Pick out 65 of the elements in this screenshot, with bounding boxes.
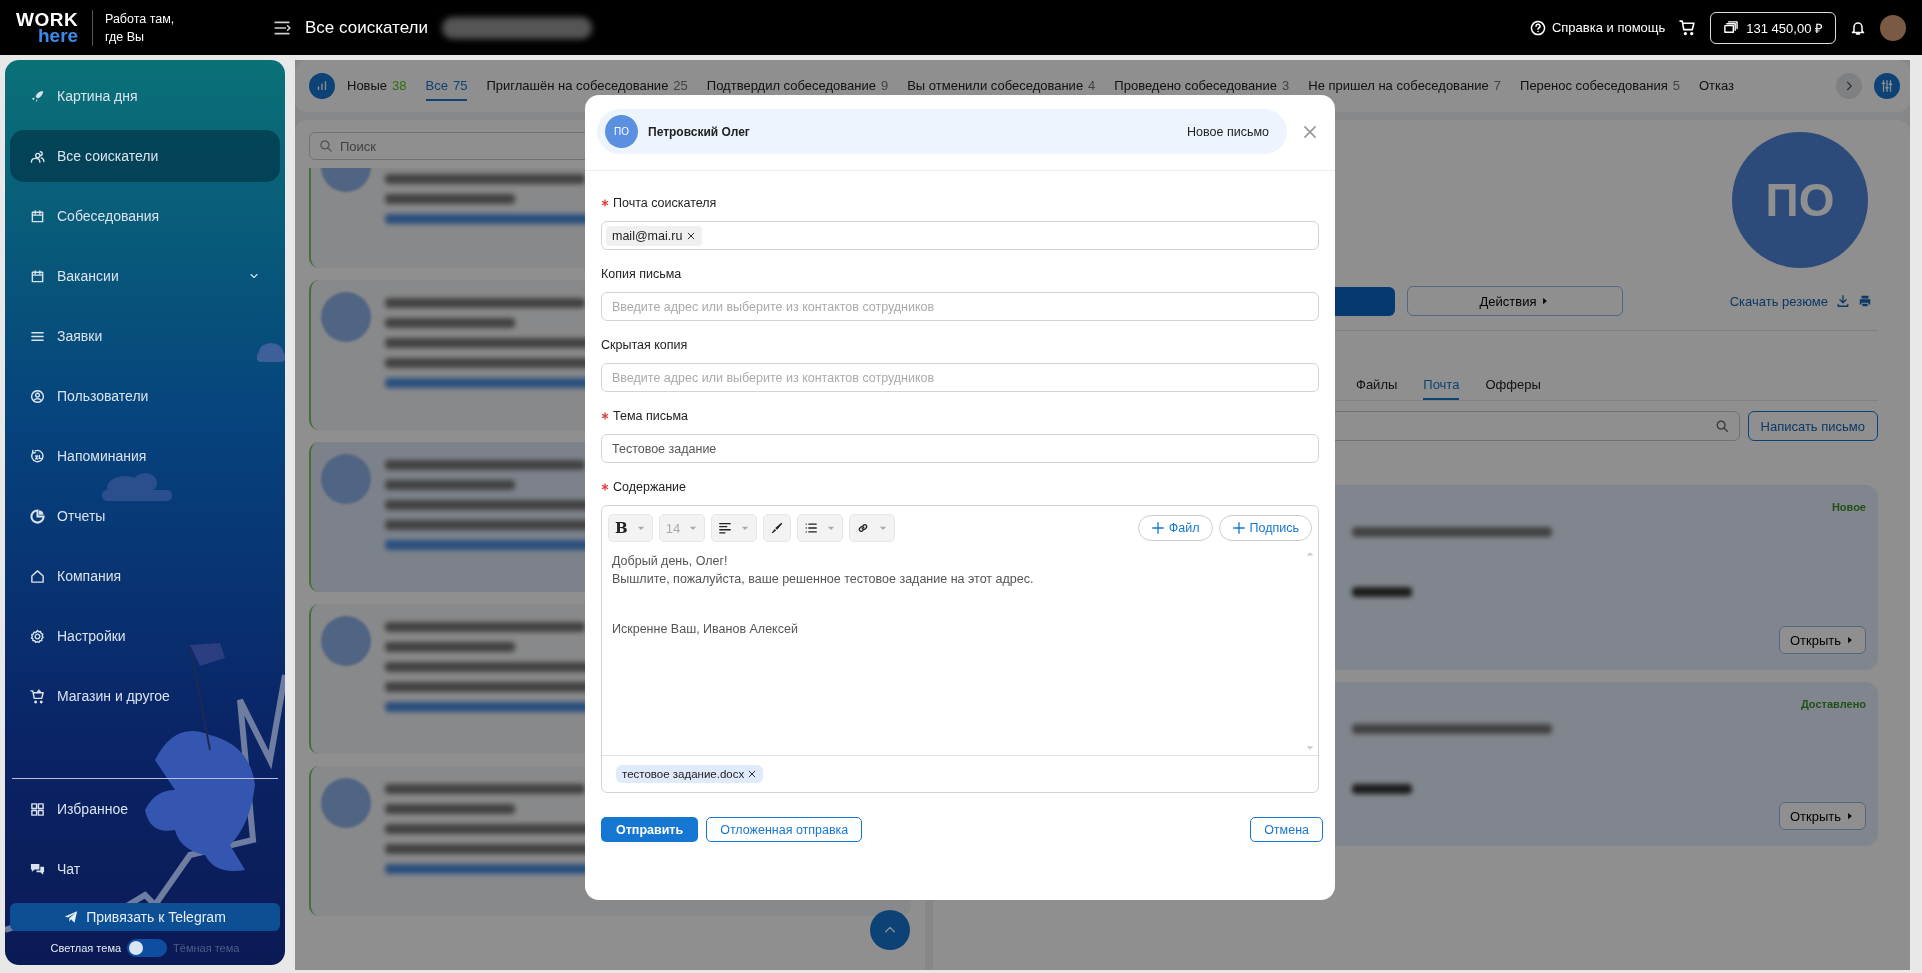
field-label: Скрытая копия [601,338,688,352]
field-label: Содержание [613,480,687,494]
field-label: Почта соискателя [613,196,717,210]
message-text: Добрый день, Олег! [612,553,729,570]
email-tag: mail@mai.ru [606,225,703,246]
input-field[interactable]: Введите адрес или выберите из контактов сотрудников [601,363,1319,392]
status-tab[interactable]: Проведено собеседование 3 [1114,71,1290,101]
message-text: Искренне Ваш, Иванов Алексей [612,621,799,638]
signature-button[interactable]: Подпись [1218,515,1312,541]
mail-status: Доставлено [1800,698,1866,710]
status-tab[interactable]: Вы отменили собеседование 4 [907,71,1096,101]
help-link[interactable]: Справка и помощь [1529,19,1666,36]
delayed-send-button[interactable]: Отложенная отправка [706,817,863,842]
download-link[interactable]: Скачать резюме [1729,293,1828,309]
input-field[interactable]: Тестовое задание [601,434,1319,463]
dialog-title: Новое письмо [1187,124,1269,139]
sidebar-item[interactable]: Избранное [10,783,280,835]
page-title: Все соискатели [305,17,428,38]
actions-button[interactable]: Действия [1407,286,1623,316]
sidebar-item[interactable]: Чат [10,843,280,895]
sidebar-item[interactable]: Магазин и другое [10,670,280,722]
send-button[interactable]: Отправить [601,817,699,842]
sidebar-item[interactable]: Настройки [10,610,280,662]
profile-tab[interactable]: Офферы [1485,373,1541,400]
sidebar-item[interactable]: Картина дня [10,70,280,122]
sidebar-item[interactable]: Собеседования [10,190,280,242]
write-letter-button[interactable]: Написать письмо [1747,411,1878,441]
mail-status: Новое [1831,501,1866,513]
status-tab[interactable]: Не пришел на собеседование 7 [1308,71,1502,101]
input-field[interactable]: mail@mai.ru [601,221,1319,250]
attach-file-button[interactable]: Файл [1137,515,1213,541]
recipient-name: Петровский Олег [648,124,751,139]
candidate-avatar: ПО [1732,132,1868,268]
status-tab[interactable]: Подтвердил собеседование 9 [706,71,889,101]
field-label: Тема письма [613,409,688,423]
tagline: где Вы [105,28,146,46]
field-label: Копия письма [601,267,682,281]
sidebar-item[interactable]: Заявки [10,310,280,362]
avatar: ПО [605,115,638,148]
open-button[interactable]: Открыть [1778,802,1866,830]
sidebar-item[interactable]: Отчеты [10,490,280,542]
sidebar-item[interactable]: Вакансии [10,250,280,302]
status-tab[interactable]: Новые 38 [347,71,407,101]
status-tab[interactable]: Перенос собеседования 5 [1520,71,1680,101]
cancel-button[interactable]: Отмена [1250,817,1323,842]
status-tab[interactable]: Отказ [1698,71,1735,101]
sidebar-item[interactable]: Пользователи [10,370,280,422]
bold-dropdown[interactable]: B [608,514,653,542]
tagline: Работа там, [105,10,176,28]
logo-text: here [38,27,78,44]
balance-button[interactable]: 131 450,00 ₽ [1710,11,1836,44]
sidebar-item[interactable]: Компания [10,550,280,602]
input-field[interactable]: Введите адрес или выберите из контактов сотрудников [601,292,1319,321]
message-text: Вышлите, пожалуйста, ваше решенное тестовое задание на этот адрес. [612,571,1035,588]
open-button[interactable]: Открыть [1778,626,1866,654]
telegram-button[interactable]: Привязать к Telegram [10,903,280,931]
profile-tab[interactable]: Почта [1423,373,1460,400]
sidebar-item[interactable]: Все соискатели [10,130,280,182]
sidebar-item[interactable]: Напоминания [10,430,280,482]
profile-tab[interactable]: Файлы [1356,373,1398,400]
theme-label: Светлая тема [50,942,122,954]
theme-label: Тёмная тема [173,942,240,954]
attachment-tag[interactable]: тестовое задание.docx [616,765,764,783]
logo-text: WORK [16,11,78,28]
status-tab[interactable]: Приглашён на собеседование 25 [486,71,688,101]
